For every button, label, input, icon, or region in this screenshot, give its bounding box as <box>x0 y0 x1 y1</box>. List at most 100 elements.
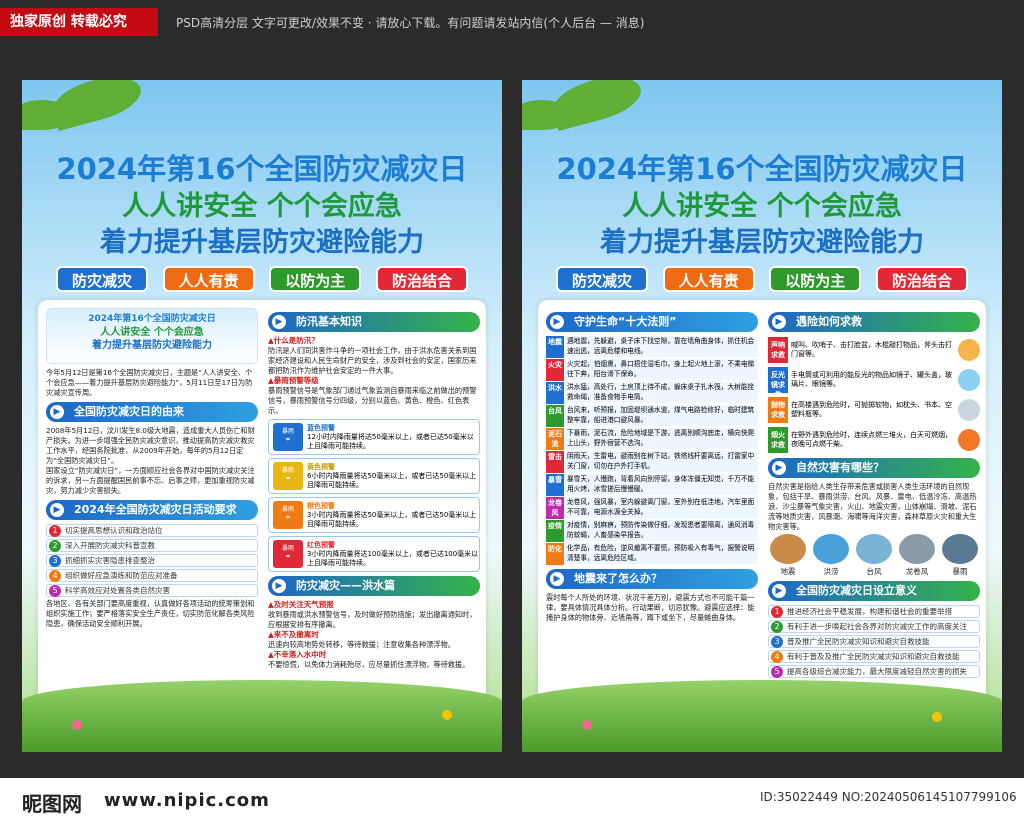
disaster-item: 暴雨 <box>940 534 980 577</box>
slogan-tag: 以防为主 <box>769 266 862 292</box>
warning-box: 暴雨 ☂ 红色预警 3小时内降雨量将达100毫米以上，或者已达100毫米以上且降雨可能… <box>268 536 480 572</box>
warning-box: 暴雨 ☂ 橙色预警 3小时内降雨量将达50毫米以上，或者已达50毫米以上且降雨可能持续… <box>268 497 480 533</box>
slogan-tag: 人人有责 <box>662 266 755 292</box>
fire-icon <box>958 429 980 451</box>
natural-text: 自然灾害是指给人类生存带来危害或损害人类生活环境的自然现象，包括干旱、暴雨洪涝、… <box>768 482 977 531</box>
section-header: ▶ 2024年全国防灾减灾日活动要求 <box>46 500 258 520</box>
rainstorm-icon <box>942 534 978 564</box>
right-column: ▶ 防汛基本知识 ▲什么是防汛？ 防汛是人们同洪害作斗争的一项社会工作，由于洪水危… <box>268 308 480 670</box>
law-row: 洪水 洪水猛，高处行，土房顶上待不成，躲床桌子扎木筏，大树能拴救命绳，准备食物手电… <box>546 382 758 404</box>
building-icon <box>958 399 980 421</box>
section-header: ▶ 地震来了怎么办？ <box>546 569 758 589</box>
law-row: 防化 化学品，有危险，逆风撤离不要慌，预防吸入有毒气，报警说明清楚事，远离危险区域… <box>546 543 758 565</box>
whistle-icon <box>958 339 980 361</box>
subheading: ▲什么是防汛？ <box>268 336 319 345</box>
play-icon: ▶ <box>272 579 286 593</box>
left-column: ▶ 守护生命“十大法则” 地震 遇地震，先躲避，桌子床下找空隙，靠在墙角曲身体，抓住… <box>546 308 758 623</box>
poster-title: 2024年第16个全国防灾减灾日 <box>56 152 468 186</box>
mini-banner: 2024年第16个全国防灾减灾日 人人讲安全 个个会应急 着力提升基层防灾避险能… <box>46 308 258 364</box>
list-item: 3 普及推广全民防灾减灾知识和避灾自救技能 <box>768 635 980 648</box>
disaster-item: 台风 <box>854 534 894 577</box>
play-icon: ▶ <box>772 461 786 475</box>
intro-text: 今年5月12日是第16个全国防灾减灾日，主题是“人人讲安全、个个会应急——着力提… <box>46 368 253 397</box>
origin-text: 2008年5月12日，汶川发生8.0级大地震，造成重大人员伤亡和财产损失。为进一… <box>46 426 255 465</box>
poster-subtitle-2: 着力提升基层防灾避险能力 <box>600 227 924 258</box>
slogan-tag: 防灾减灾 <box>56 266 148 292</box>
law-row: 龙卷风 龙卷风，强风暴，室内躲避离门窗，室外别在低洼地，汽车里面不可靠，电源水源全… <box>546 497 758 519</box>
subheading: ▲暴雨预警等级 <box>268 376 319 385</box>
law-row: 疫情 对疫情，别麻痹，预防传染做仔细，发现患者要隔离，通风消毒防蚊蝇，人畜感染早报… <box>546 520 758 542</box>
tornado-icon <box>899 534 935 564</box>
law-row: 暴雪 暴雪天，人慢跑，背着风向别停留，身体冻僵无知觉，千万不能用火烤，冰雪搓后慢慢… <box>546 474 758 496</box>
banner-line: 人人讲安全 个个会应急 <box>100 327 204 338</box>
rain-warning-icon: 暴雨 ☂ <box>273 423 303 451</box>
section-header: ▶ 全国防灾减灾日设立意义 <box>768 581 980 601</box>
play-icon: ▶ <box>772 584 786 598</box>
banner-line: 着力提升基层防灾避险能力 <box>92 340 212 351</box>
list-item: 1 切实提高思想认识和政治站位 <box>46 524 258 537</box>
poster-right: 2024年第16个全国防灾减灾日 人人讲安全 个个会应急 着力提升基层防灾避险能… <box>522 80 1002 752</box>
slogan-tag: 以防为主 <box>269 266 362 292</box>
subheading: ▲及时关注天气预报 <box>268 600 334 609</box>
list-item: 3 抓细抓实灾害隐患排查整治 <box>46 554 258 567</box>
image-id: ID:35022449 NO:20240506145107799106 <box>760 790 1017 804</box>
play-icon: ▶ <box>772 315 786 329</box>
rescue-row: 声响求救 喊叫、吹哨子、击打脸盆，木棍敲打物品，斧头击打门窗等。 <box>768 336 980 364</box>
disaster-item: 洪涝 <box>811 534 851 577</box>
typhoon-icon <box>856 534 892 564</box>
disaster-item: 地震 <box>768 534 808 577</box>
section-header: ▶ 自然灾害有哪些？ <box>768 458 980 478</box>
slogan-tags: 防灾减灾 人人有责 以防为主 防治结合 <box>556 266 968 292</box>
rain-warning-icon: 暴雨 ☂ <box>273 462 303 490</box>
flower-decoration <box>582 720 592 730</box>
law-row: 泥石流 下暴雨，泥石流，危险地域是下游，逃离别顺沟底走，横向快爬上山头，野外宿营不… <box>546 428 758 450</box>
list-item: 2 有利于进一步唤起社会各界对防灾减灾工作的高度关注 <box>768 620 980 633</box>
site-url: www.nipic.com <box>104 790 270 811</box>
disaster-icons: 地震 洪涝 台风 龙卷风 暴雨 <box>768 534 980 577</box>
answer-text: 迅速向较高地势处转移，等待救援；注意收集各种漂浮物。 <box>268 640 455 649</box>
section-header: ▶ 防灾减灾——洪水篇 <box>268 576 480 596</box>
list-item: 4 有利于普及及推广全民防灾减灾知识和避灾自救技能 <box>768 650 980 663</box>
play-icon: ▶ <box>550 572 564 586</box>
closing-text: 各地区、各有关部门要高度重视，认真做好各项活动的统筹策划和组织实施工作；要严格落… <box>46 599 255 628</box>
play-icon: ▶ <box>272 315 286 329</box>
flower-decoration <box>442 710 452 720</box>
poster-subtitle-2: 着力提升基层防灾避险能力 <box>100 227 424 258</box>
slogan-tags: 防灾减灾 人人有责 以防为主 防治结合 <box>56 266 468 292</box>
flower-decoration <box>932 712 942 722</box>
play-icon: ▶ <box>50 405 64 419</box>
slogan-tag: 防治结合 <box>875 266 968 292</box>
subheading: ▲不幸落入水中时 <box>268 650 327 659</box>
original-badge: 独家原创 转载必究 <box>0 8 158 36</box>
quake-text: 震时每个人所处的环境、状况千差万别，避震方式也不可能千篇一律，要具体情况具体分析… <box>546 593 755 622</box>
play-icon: ▶ <box>550 315 564 329</box>
subheading: ▲来不及撤离时 <box>268 630 319 639</box>
list-item: 2 深入开展防灾减灾科普宣教 <box>46 539 258 552</box>
flower-decoration <box>72 720 82 730</box>
rescue-row: 抛物求救 在高楼遇到危险时，可抛掷软物，如枕头、书本、空塑料瓶等。 <box>768 396 980 424</box>
warning-box: 暴雨 ☂ 蓝色预警 12小时内降雨量将达50毫米以上，或者已达50毫米以上且降雨可能持… <box>268 419 480 455</box>
list-item: 4 组织做好应急演练和防范应对准备 <box>46 569 258 582</box>
list-item: 5 提高各级综合减灾能力，最大限度减轻自然灾害的损失 <box>768 665 980 678</box>
slogan-tag: 防灾减灾 <box>556 266 648 292</box>
slogan-tag: 人人有责 <box>162 266 255 292</box>
section-header: ▶ 守护生命“十大法则” <box>546 312 758 332</box>
answer-text: 暴雨预警信号是气象部门通过气象监测自暴雨来临之前做出的预警信号，暴雨预警信号分四… <box>268 386 477 415</box>
rescue-row: 烟火求救 在野外遇到危险时，连续点燃三堆火，白天可燃烟，夜晚可点燃干柴。 <box>768 426 980 454</box>
section-header: ▶ 全国防灾减灾日的由来 <box>46 402 258 422</box>
mirror-icon <box>958 369 980 391</box>
play-icon: ▶ <box>50 503 64 517</box>
top-note: PSD高清分层 文字可更改/效果不变 · 请放心下载。有问题请发站内信(个人后台… <box>176 16 645 30</box>
rain-warning-icon: 暴雨 ☂ <box>273 501 303 529</box>
poster-subtitle: 人人讲安全 个个会应急 <box>622 191 902 222</box>
rain-warning-icon: 暴雨 ☂ <box>273 540 303 568</box>
top-bar: 独家原创 转载必究 PSD高清分层 文字可更改/效果不变 · 请放心下载。有问题… <box>0 0 1024 40</box>
ground-decoration <box>522 680 1002 752</box>
law-row: 雷击 阴雨天，生雷电，避雨别在树下站，铁塔线杆要离远，打雷家中关门窗，切勿在户外打… <box>546 451 758 473</box>
content-card: 2024年第16个全国防灾减灾日 人人讲安全 个个会应急 着力提升基层防灾避险能… <box>38 300 486 708</box>
answer-text: 收到暴雨或洪水预警信号，及时做好预防措施；发出撤离通知时，应根据安排有序撤离。 <box>268 610 477 629</box>
right-column: ▶ 遇险如何求救 声响求救 喊叫、吹哨子、击打脸盆，木棍敲打物品，斧头击打门窗等。 … <box>768 308 980 680</box>
law-row: 地震 遇地震，先躲避，桌子床下找空隙，靠在墙角曲身体，抓住机会速出逃，远离危楼和电… <box>546 336 758 358</box>
section-header: ▶ 防汛基本知识 <box>268 312 480 332</box>
disaster-item: 龙卷风 <box>897 534 937 577</box>
